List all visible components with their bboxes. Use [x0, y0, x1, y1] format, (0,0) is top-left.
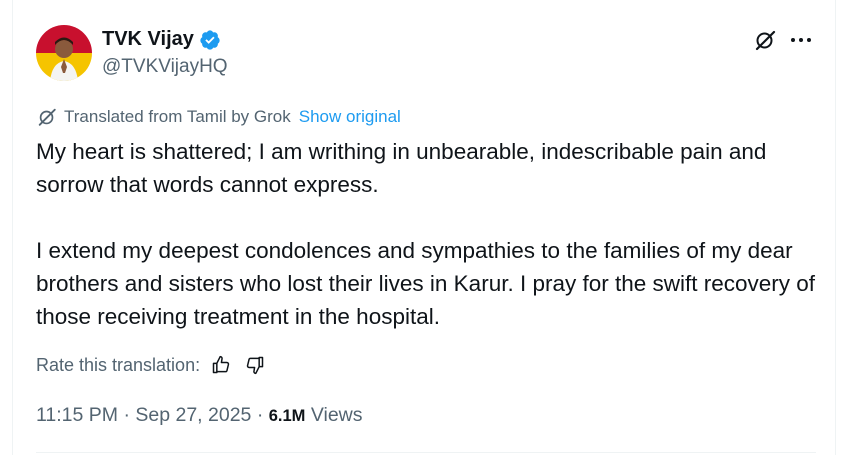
- author-display-name[interactable]: TVK Vijay: [102, 28, 194, 51]
- tweet-time[interactable]: 11:15 PM: [36, 404, 118, 427]
- thumbs-up-button[interactable]: [208, 352, 234, 378]
- translation-notice: Translated from Tamil by Grok Show origi…: [36, 106, 401, 128]
- rate-translation-label: Rate this translation:: [36, 354, 201, 375]
- grok-icon: [755, 30, 776, 51]
- grok-button[interactable]: [752, 27, 778, 53]
- divider: [36, 452, 816, 453]
- more-options-icon: [791, 38, 811, 42]
- tweet-card: TVK Vijay @TVKVijayHQ Translated from Ta…: [12, 0, 836, 455]
- views-count[interactable]: 6.1M: [269, 407, 306, 426]
- thumbs-down-icon: [246, 356, 264, 375]
- tweet-paragraph: I extend my deepest condolences and symp…: [36, 238, 816, 329]
- verified-badge-icon[interactable]: [199, 29, 221, 51]
- translation-label: Translated from Tamil by Grok: [64, 107, 291, 126]
- rate-translation-row: Rate this translation:: [36, 352, 268, 378]
- meta-separator: ·: [118, 404, 136, 426]
- author-name-row[interactable]: TVK Vijay: [102, 28, 221, 51]
- tweet-text: My heart is shattered; I am writhing in …: [36, 135, 816, 333]
- tweet-paragraph: My heart is shattered; I am writhing in …: [36, 139, 767, 197]
- grok-icon: [36, 106, 58, 128]
- more-options-button[interactable]: [788, 27, 814, 53]
- tweet-meta: 11:15 PM · Sep 27, 2025 · 6.1M Views: [36, 404, 363, 427]
- views-label: Views: [305, 404, 363, 426]
- show-original-link[interactable]: Show original: [299, 107, 401, 127]
- avatar[interactable]: [36, 25, 92, 81]
- thumbs-up-icon: [212, 355, 230, 374]
- tweet-date[interactable]: Sep 27, 2025: [135, 404, 251, 427]
- avatar-image: [36, 25, 92, 81]
- thumbs-down-button[interactable]: [242, 352, 268, 378]
- author-handle[interactable]: @TVKVijayHQ: [102, 56, 228, 78]
- meta-separator: ·: [251, 404, 269, 426]
